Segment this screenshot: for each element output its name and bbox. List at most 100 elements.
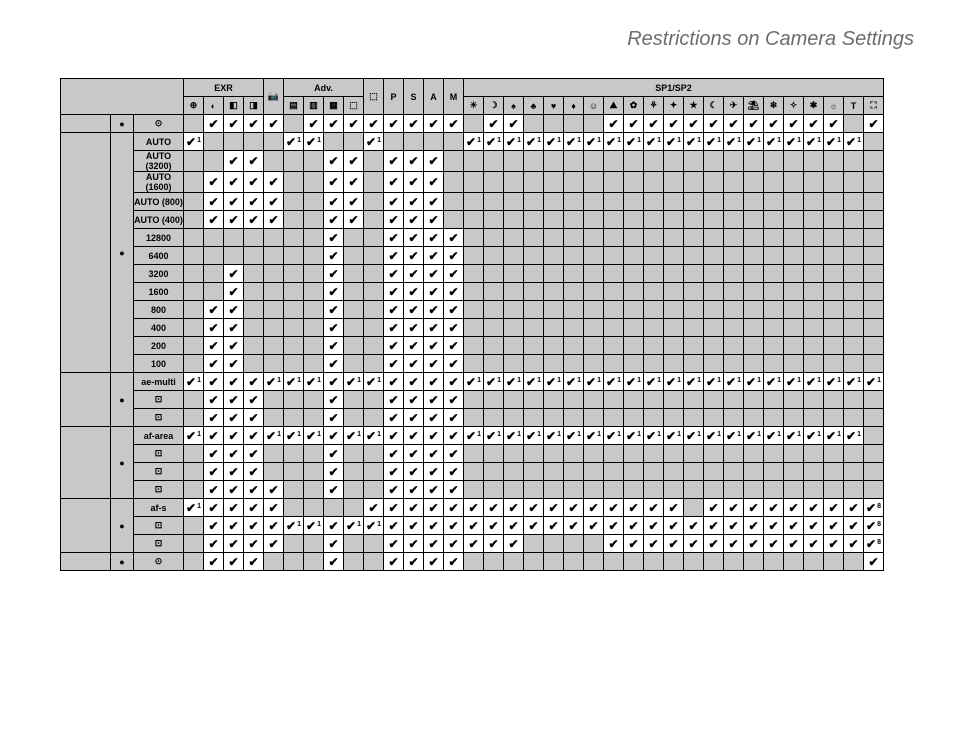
cell (804, 481, 824, 499)
cell (864, 211, 884, 229)
row-label: ⊡ (134, 391, 184, 409)
cell (844, 229, 864, 247)
cell: ✔1 (764, 373, 784, 391)
cell: ✔1 (804, 133, 824, 151)
cell (304, 151, 324, 172)
cell (784, 193, 804, 211)
cell: ✔ (424, 409, 444, 427)
cell: ✔ (764, 115, 784, 133)
cell (564, 172, 584, 193)
cell: ✔ (404, 409, 424, 427)
cell (824, 355, 844, 373)
cell: ✔1 (364, 373, 384, 391)
cell (604, 172, 624, 193)
cell (504, 193, 524, 211)
cell: ✔1 (624, 133, 644, 151)
cell (684, 151, 704, 172)
cell (744, 445, 764, 463)
cell: ✔ (724, 115, 744, 133)
cell (364, 229, 384, 247)
cell: ✔ (404, 517, 424, 535)
cell (864, 283, 884, 301)
cell (464, 301, 484, 319)
cell (824, 319, 844, 337)
cell: ✔ (204, 463, 224, 481)
cell (504, 337, 524, 355)
cell: ✔ (424, 211, 444, 229)
cell (284, 283, 304, 301)
cell: ✔ (224, 427, 244, 445)
cell (724, 553, 744, 571)
cell (564, 409, 584, 427)
cell (484, 409, 504, 427)
cell (684, 355, 704, 373)
cell (244, 229, 264, 247)
cell: ✔ (804, 499, 824, 517)
cell (564, 553, 584, 571)
cell (604, 355, 624, 373)
cell (544, 319, 564, 337)
cell (664, 409, 684, 427)
cell: ✔ (324, 391, 344, 409)
cell (484, 355, 504, 373)
cell: ✔1 (764, 427, 784, 445)
cell (804, 301, 824, 319)
cell (524, 445, 544, 463)
cell (184, 463, 204, 481)
cell: ✔1 (724, 373, 744, 391)
cell: ✔ (304, 115, 324, 133)
cell: ✔1 (724, 133, 744, 151)
cell: ✔1 (764, 133, 784, 151)
cell: ✔ (844, 517, 864, 535)
cell: ✔ (384, 463, 404, 481)
cell (664, 193, 684, 211)
cell (844, 553, 864, 571)
cell: ✔1 (304, 373, 324, 391)
cell (804, 151, 824, 172)
cell (824, 211, 844, 229)
cell (404, 133, 424, 151)
cell: ✔ (804, 535, 824, 553)
cell (704, 211, 724, 229)
cell: ✔ (424, 391, 444, 409)
cell (864, 229, 884, 247)
cell: ✔ (324, 553, 344, 571)
cell: ✔ (424, 151, 444, 172)
cell (804, 229, 824, 247)
cell (544, 355, 564, 373)
cell (364, 445, 384, 463)
cell (364, 481, 384, 499)
cell (264, 391, 284, 409)
cell (584, 151, 604, 172)
cell (804, 265, 824, 283)
cell (524, 301, 544, 319)
cell (684, 337, 704, 355)
cell: ✔1 (624, 427, 644, 445)
cell (764, 553, 784, 571)
cell: ✔1 (584, 373, 604, 391)
cell (804, 283, 824, 301)
cell: ✔1 (184, 427, 204, 445)
cell: ✔ (204, 553, 224, 571)
cell: ✔ (444, 265, 464, 283)
cell: ✔ (544, 517, 564, 535)
cell: ✔ (504, 499, 524, 517)
cell (444, 193, 464, 211)
cell (304, 499, 324, 517)
cell (644, 409, 664, 427)
cell (584, 391, 604, 409)
cell (564, 481, 584, 499)
cell (724, 409, 744, 427)
cell: ✔1 (644, 427, 664, 445)
cell (784, 319, 804, 337)
cell (184, 355, 204, 373)
cell: ✔ (324, 115, 344, 133)
cell: ✔ (224, 193, 244, 211)
cell (744, 193, 764, 211)
cell (724, 283, 744, 301)
cell: ✔ (384, 409, 404, 427)
cell: ✔ (424, 427, 444, 445)
cell: ✔ (324, 355, 344, 373)
cell (504, 265, 524, 283)
cell (524, 193, 544, 211)
